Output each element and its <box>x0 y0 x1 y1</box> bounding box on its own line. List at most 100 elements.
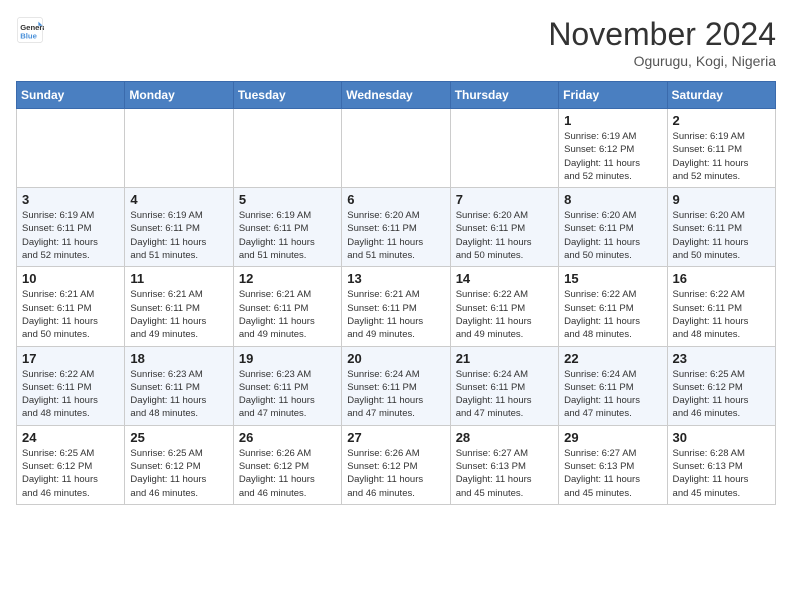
weekday-header-monday: Monday <box>125 82 233 109</box>
day-number: 3 <box>22 192 119 207</box>
day-info: Sunrise: 6:24 AM Sunset: 6:11 PM Dayligh… <box>564 368 661 421</box>
day-info: Sunrise: 6:21 AM Sunset: 6:11 PM Dayligh… <box>22 288 119 341</box>
calendar-cell: 24 Sunrise: 6:25 AM Sunset: 6:12 PM Dayli… <box>17 425 125 504</box>
calendar-cell: 7 Sunrise: 6:20 AM Sunset: 6:11 PM Daylig… <box>450 188 558 267</box>
day-number: 8 <box>564 192 661 207</box>
day-number: 15 <box>564 271 661 286</box>
day-info: Sunrise: 6:25 AM Sunset: 6:12 PM Dayligh… <box>22 447 119 500</box>
calendar-cell: 23 Sunrise: 6:25 AM Sunset: 6:12 PM Dayli… <box>667 346 775 425</box>
day-number: 22 <box>564 351 661 366</box>
day-number: 27 <box>347 430 444 445</box>
day-info: Sunrise: 6:25 AM Sunset: 6:12 PM Dayligh… <box>130 447 227 500</box>
week-row-5: 24 Sunrise: 6:25 AM Sunset: 6:12 PM Dayli… <box>17 425 776 504</box>
day-info: Sunrise: 6:24 AM Sunset: 6:11 PM Dayligh… <box>347 368 444 421</box>
day-info: Sunrise: 6:27 AM Sunset: 6:13 PM Dayligh… <box>564 447 661 500</box>
calendar-cell: 21 Sunrise: 6:24 AM Sunset: 6:11 PM Dayli… <box>450 346 558 425</box>
location: Ogurugu, Kogi, Nigeria <box>548 53 776 69</box>
week-row-4: 17 Sunrise: 6:22 AM Sunset: 6:11 PM Dayli… <box>17 346 776 425</box>
calendar-cell: 20 Sunrise: 6:24 AM Sunset: 6:11 PM Dayli… <box>342 346 450 425</box>
day-number: 21 <box>456 351 553 366</box>
calendar-cell: 3 Sunrise: 6:19 AM Sunset: 6:11 PM Daylig… <box>17 188 125 267</box>
day-info: Sunrise: 6:23 AM Sunset: 6:11 PM Dayligh… <box>239 368 336 421</box>
calendar-table: SundayMondayTuesdayWednesdayThursdayFrid… <box>16 81 776 505</box>
calendar-cell <box>233 109 341 188</box>
day-info: Sunrise: 6:25 AM Sunset: 6:12 PM Dayligh… <box>673 368 770 421</box>
day-number: 12 <box>239 271 336 286</box>
calendar-cell: 29 Sunrise: 6:27 AM Sunset: 6:13 PM Dayli… <box>559 425 667 504</box>
day-number: 16 <box>673 271 770 286</box>
day-number: 17 <box>22 351 119 366</box>
day-number: 14 <box>456 271 553 286</box>
day-info: Sunrise: 6:19 AM Sunset: 6:12 PM Dayligh… <box>564 130 661 183</box>
svg-text:Blue: Blue <box>20 31 37 40</box>
month-title: November 2024 <box>548 16 776 53</box>
day-info: Sunrise: 6:19 AM Sunset: 6:11 PM Dayligh… <box>22 209 119 262</box>
day-number: 26 <box>239 430 336 445</box>
calendar-cell <box>125 109 233 188</box>
day-number: 18 <box>130 351 227 366</box>
day-number: 2 <box>673 113 770 128</box>
calendar-cell: 11 Sunrise: 6:21 AM Sunset: 6:11 PM Dayli… <box>125 267 233 346</box>
title-block: November 2024 Ogurugu, Kogi, Nigeria <box>548 16 776 69</box>
day-number: 4 <box>130 192 227 207</box>
day-info: Sunrise: 6:20 AM Sunset: 6:11 PM Dayligh… <box>564 209 661 262</box>
day-info: Sunrise: 6:26 AM Sunset: 6:12 PM Dayligh… <box>347 447 444 500</box>
day-info: Sunrise: 6:19 AM Sunset: 6:11 PM Dayligh… <box>673 130 770 183</box>
day-info: Sunrise: 6:21 AM Sunset: 6:11 PM Dayligh… <box>347 288 444 341</box>
calendar-cell: 17 Sunrise: 6:22 AM Sunset: 6:11 PM Dayli… <box>17 346 125 425</box>
day-info: Sunrise: 6:21 AM Sunset: 6:11 PM Dayligh… <box>239 288 336 341</box>
day-number: 24 <box>22 430 119 445</box>
day-info: Sunrise: 6:27 AM Sunset: 6:13 PM Dayligh… <box>456 447 553 500</box>
weekday-header-saturday: Saturday <box>667 82 775 109</box>
week-row-2: 3 Sunrise: 6:19 AM Sunset: 6:11 PM Daylig… <box>17 188 776 267</box>
day-number: 5 <box>239 192 336 207</box>
calendar-cell <box>450 109 558 188</box>
calendar-cell: 6Sunrise: 6:20 AM Sunset: 6:11 PM Daylig… <box>342 188 450 267</box>
page-header: General Blue November 2024 Ogurugu, Kogi… <box>16 16 776 69</box>
calendar-cell: 28 Sunrise: 6:27 AM Sunset: 6:13 PM Dayli… <box>450 425 558 504</box>
calendar-cell: 8 Sunrise: 6:20 AM Sunset: 6:11 PM Daylig… <box>559 188 667 267</box>
day-number: 25 <box>130 430 227 445</box>
day-number: 7 <box>456 192 553 207</box>
day-number: 11 <box>130 271 227 286</box>
day-info: Sunrise: 6:20 AM Sunset: 6:11 PM Dayligh… <box>456 209 553 262</box>
day-info: Sunrise: 6:22 AM Sunset: 6:11 PM Dayligh… <box>673 288 770 341</box>
day-info: Sunrise: 6:24 AM Sunset: 6:11 PM Dayligh… <box>456 368 553 421</box>
day-number: 29 <box>564 430 661 445</box>
day-number: 19 <box>239 351 336 366</box>
day-info: Sunrise: 6:26 AM Sunset: 6:12 PM Dayligh… <box>239 447 336 500</box>
calendar-cell: 1 Sunrise: 6:19 AM Sunset: 6:12 PM Daylig… <box>559 109 667 188</box>
day-info: Sunrise: 6:22 AM Sunset: 6:11 PM Dayligh… <box>456 288 553 341</box>
day-info: Sunrise: 6:19 AM Sunset: 6:11 PM Dayligh… <box>239 209 336 262</box>
calendar-cell: 22 Sunrise: 6:24 AM Sunset: 6:11 PM Dayli… <box>559 346 667 425</box>
calendar-cell: 26 Sunrise: 6:26 AM Sunset: 6:12 PM Dayli… <box>233 425 341 504</box>
day-info: Sunrise: 6:22 AM Sunset: 6:11 PM Dayligh… <box>564 288 661 341</box>
calendar-cell <box>342 109 450 188</box>
calendar-cell: 12 Sunrise: 6:21 AM Sunset: 6:11 PM Dayli… <box>233 267 341 346</box>
day-number: 13 <box>347 271 444 286</box>
day-number: 6 <box>347 192 444 207</box>
calendar-cell: 10Sunrise: 6:21 AM Sunset: 6:11 PM Dayli… <box>17 267 125 346</box>
weekday-header-thursday: Thursday <box>450 82 558 109</box>
week-row-3: 10Sunrise: 6:21 AM Sunset: 6:11 PM Dayli… <box>17 267 776 346</box>
week-row-1: 1 Sunrise: 6:19 AM Sunset: 6:12 PM Daylig… <box>17 109 776 188</box>
calendar-cell: 9Sunrise: 6:20 AM Sunset: 6:11 PM Daylig… <box>667 188 775 267</box>
calendar-cell: 15 Sunrise: 6:22 AM Sunset: 6:11 PM Dayli… <box>559 267 667 346</box>
calendar-cell: 16 Sunrise: 6:22 AM Sunset: 6:11 PM Dayli… <box>667 267 775 346</box>
calendar-cell: 30Sunrise: 6:28 AM Sunset: 6:13 PM Dayli… <box>667 425 775 504</box>
day-info: Sunrise: 6:22 AM Sunset: 6:11 PM Dayligh… <box>22 368 119 421</box>
weekday-header-wednesday: Wednesday <box>342 82 450 109</box>
day-number: 23 <box>673 351 770 366</box>
logo-icon: General Blue <box>16 16 44 44</box>
calendar-cell: 25 Sunrise: 6:25 AM Sunset: 6:12 PM Dayli… <box>125 425 233 504</box>
weekday-header-tuesday: Tuesday <box>233 82 341 109</box>
calendar-cell: 2 Sunrise: 6:19 AM Sunset: 6:11 PM Daylig… <box>667 109 775 188</box>
calendar-cell: 13 Sunrise: 6:21 AM Sunset: 6:11 PM Dayli… <box>342 267 450 346</box>
day-info: Sunrise: 6:21 AM Sunset: 6:11 PM Dayligh… <box>130 288 227 341</box>
day-number: 20 <box>347 351 444 366</box>
weekday-header-friday: Friday <box>559 82 667 109</box>
day-number: 1 <box>564 113 661 128</box>
day-number: 28 <box>456 430 553 445</box>
weekday-header-sunday: Sunday <box>17 82 125 109</box>
calendar-cell: 19 Sunrise: 6:23 AM Sunset: 6:11 PM Dayli… <box>233 346 341 425</box>
